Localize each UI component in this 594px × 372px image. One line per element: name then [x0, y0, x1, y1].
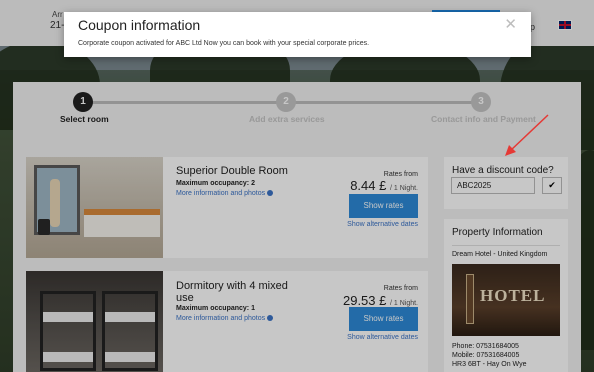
- annotation-arrow-icon: [505, 114, 549, 156]
